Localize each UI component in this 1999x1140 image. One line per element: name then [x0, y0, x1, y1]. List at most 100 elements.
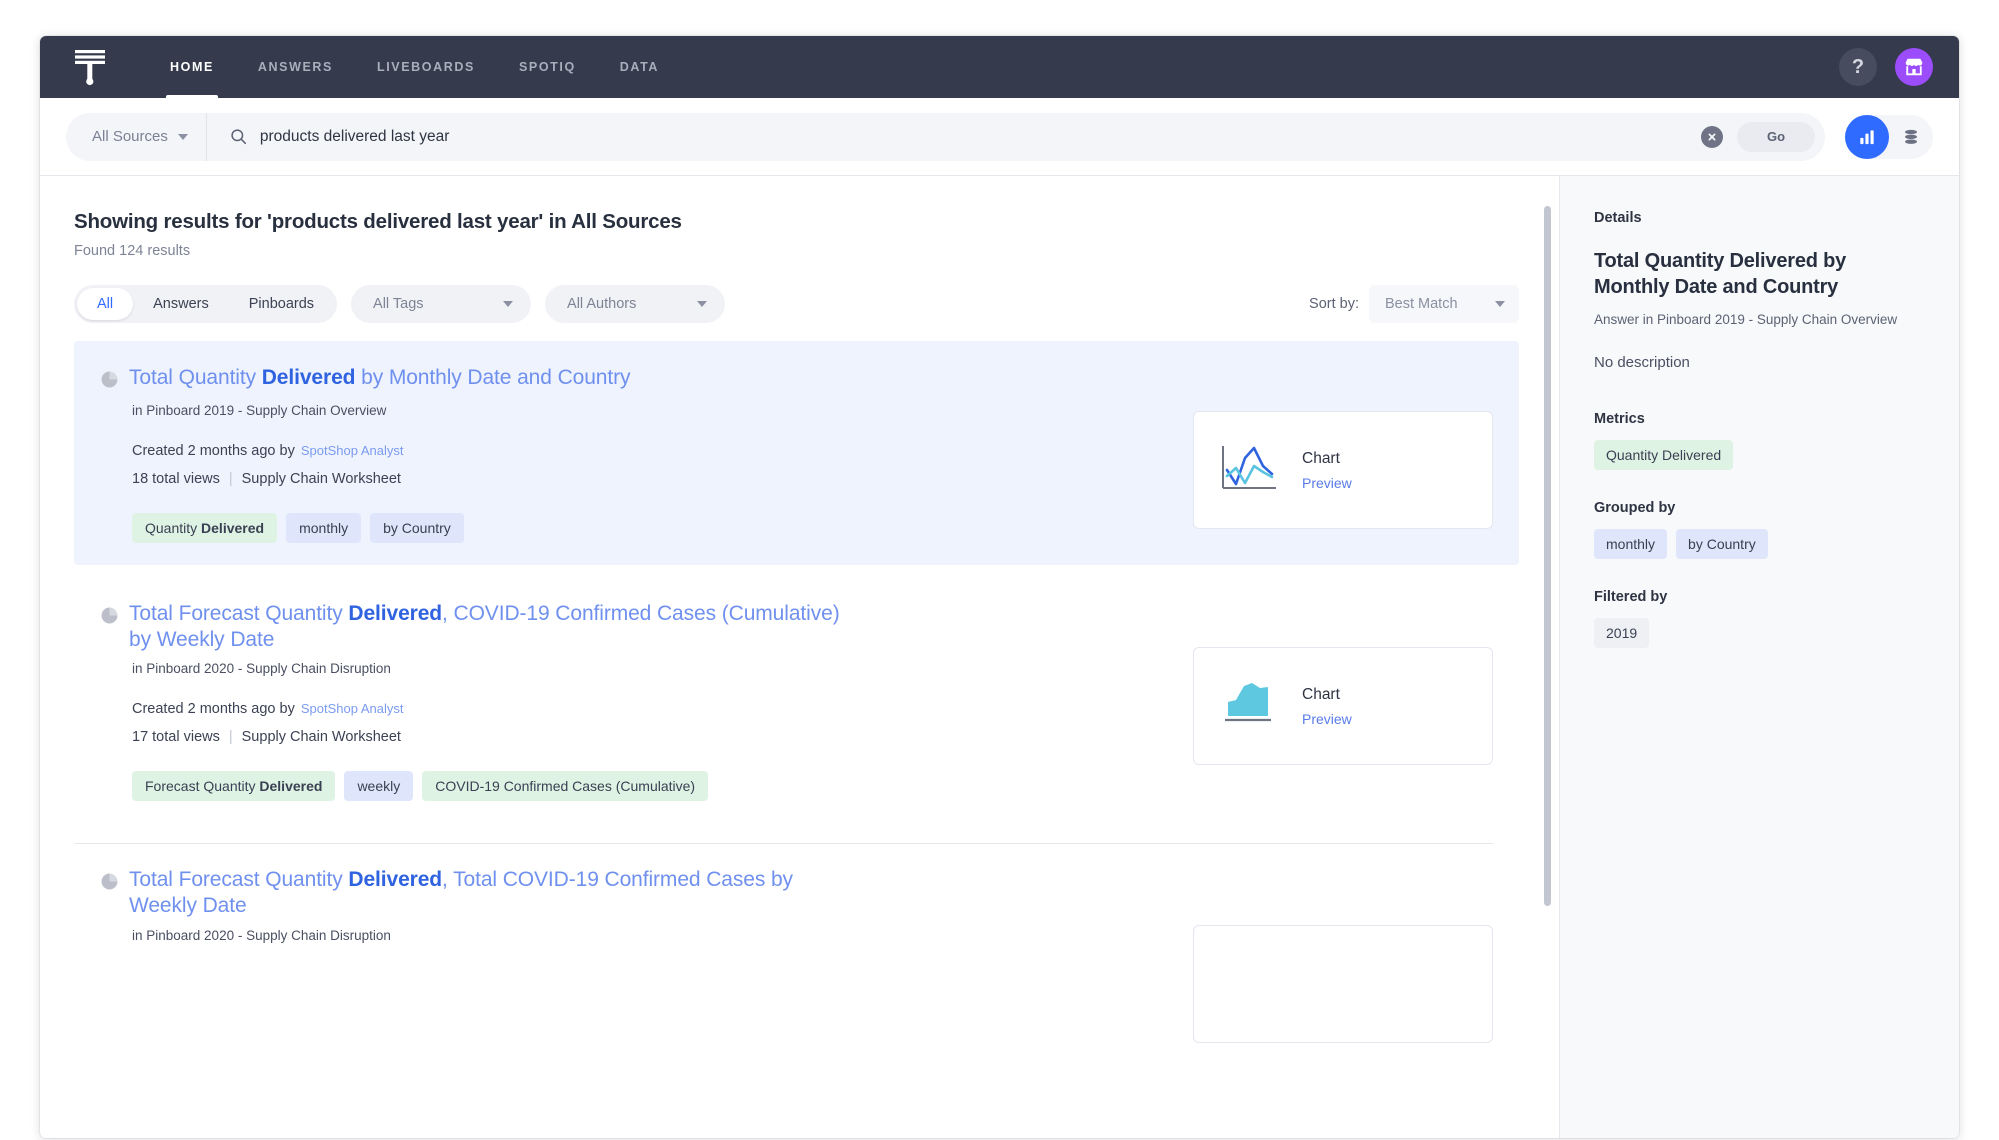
thoughtspot-logo-icon[interactable]	[68, 46, 112, 88]
line-chart-icon	[1218, 440, 1280, 501]
result-created-label: Created 2 months ago by	[132, 443, 295, 459]
table-view-button[interactable]	[1889, 115, 1933, 159]
divider: |	[228, 728, 233, 745]
area-chart-icon	[1218, 676, 1280, 737]
result-content: Total Forecast Quantity Delivered, Total…	[100, 867, 1171, 1043]
preview-text: Chart Preview	[1302, 686, 1352, 727]
chip-attribute[interactable]: monthly	[286, 513, 362, 544]
thoughtspot-app-window: HOME ANSWERS LIVEBOARDS SPOTIQ DATA ? Al…	[40, 36, 1959, 1138]
chart-preview-card[interactable]: Chart Preview	[1193, 647, 1493, 766]
chip-metric[interactable]: Quantity Delivered	[1594, 439, 1734, 470]
chip-attribute[interactable]: by Country	[370, 513, 464, 544]
details-item-title: Total Quantity Delivered by Monthly Date…	[1594, 250, 1847, 298]
chart-preview-card[interactable]: Chart Preview	[1193, 411, 1493, 529]
help-icon[interactable]: ?	[1839, 48, 1877, 86]
details-grouped-chips: monthly by Country	[1594, 528, 1925, 559]
result-author-link[interactable]: SpotShop Analyst	[301, 443, 404, 458]
search-input-container: All Sources products delivered last year…	[66, 112, 1825, 161]
nav-item-data[interactable]: DATA	[598, 36, 681, 98]
search-result-item[interactable]: Total Forecast Quantity Delivered, Total…	[74, 843, 1519, 1065]
chip-metric[interactable]: COVID-19 Confirmed Cases (Cumulative)	[422, 771, 709, 802]
chip-attribute[interactable]: by Country	[1676, 528, 1768, 559]
preview-link[interactable]: Preview	[1302, 711, 1352, 727]
details-panel-title: Details	[1594, 210, 1642, 226]
result-title-part: Total Quantity	[129, 366, 262, 389]
chevron-down-icon	[1495, 301, 1505, 307]
nav-right-actions: ?	[1839, 48, 1933, 86]
result-subtitle: in Pinboard 2019 - Supply Chain Overview	[132, 403, 387, 418]
result-title[interactable]: Total Forecast Quantity Delivered, Total…	[129, 867, 839, 918]
result-metadata: Created 2 months ago by SpotShop Analyst …	[132, 696, 1171, 751]
content-area: Showing results for 'products delivered …	[40, 176, 1959, 1138]
nav-item-spotiq[interactable]: SPOTIQ	[497, 36, 598, 98]
details-filtered-section: Filtered by 2019	[1594, 589, 1925, 648]
nav-item-data-label: DATA	[619, 60, 660, 74]
result-created-row: Created 2 months ago by SpotShop Analyst	[132, 696, 1171, 724]
divider: |	[228, 470, 233, 487]
search-result-item[interactable]: Total Forecast Quantity Delivered, COVID…	[74, 577, 1519, 823]
result-worksheet: Supply Chain Worksheet	[241, 728, 401, 745]
details-metrics-label: Metrics	[1594, 410, 1645, 427]
chip-attribute[interactable]: monthly	[1594, 528, 1668, 559]
nav-links: HOME ANSWERS LIVEBOARDS SPOTIQ DATA	[148, 36, 681, 98]
store-icon	[1905, 58, 1923, 76]
tags-dropdown[interactable]: All Tags	[351, 285, 532, 323]
chart-view-button[interactable]	[1845, 114, 1889, 159]
filter-tab-pinboards[interactable]: Pinboards	[229, 288, 334, 320]
result-author-link[interactable]: SpotShop Analyst	[301, 701, 404, 716]
result-divider	[74, 843, 1493, 845]
details-grouped-label: Grouped by	[1594, 499, 1676, 516]
chevron-down-icon	[177, 133, 188, 140]
result-views-row: 17 total views | Supply Chain Worksheet	[132, 724, 1171, 752]
preview-title: Chart	[1302, 685, 1340, 703]
pie-chart-icon	[100, 370, 119, 394]
filter-tab-all[interactable]: All	[77, 288, 134, 320]
type-filter-segmented-control: All Answers Pinboards	[74, 285, 338, 323]
chip-metric[interactable]: Forecast Quantity Delivered	[132, 771, 336, 802]
filter-tab-answers[interactable]: Answers	[133, 288, 229, 320]
results-scrollbar[interactable]	[1544, 206, 1551, 966]
search-result-item[interactable]: Total Quantity Delivered by Monthly Date…	[74, 341, 1519, 566]
nav-item-home[interactable]: HOME	[148, 36, 236, 98]
result-created-row: Created 2 months ago by SpotShop Analyst	[132, 438, 1171, 466]
result-title[interactable]: Total Forecast Quantity Delivered, COVID…	[129, 601, 849, 652]
search-input[interactable]: products delivered last year	[260, 128, 1701, 146]
page-title: Showing results for 'products delivered …	[74, 210, 682, 233]
sort-by-dropdown[interactable]: Best Match	[1369, 285, 1519, 323]
chip-metric[interactable]: Quantity Delivered	[132, 513, 278, 544]
chart-preview-card[interactable]	[1193, 925, 1493, 1044]
results-count: Found 124 results	[74, 243, 191, 259]
preview-link[interactable]: Preview	[1302, 475, 1352, 491]
authors-dropdown[interactable]: All Authors	[545, 285, 726, 323]
sort-by-value: Best Match	[1385, 296, 1458, 312]
result-title-part: by Monthly Date and Country	[355, 366, 631, 389]
source-selector-label: All Sources	[92, 128, 168, 145]
result-title-highlight: Delivered	[348, 602, 443, 626]
source-selector[interactable]: All Sources	[66, 112, 207, 161]
result-subtitle: in Pinboard 2020 - Supply Chain Disrupti…	[132, 927, 391, 943]
nav-item-liveboards[interactable]: LIVEBOARDS	[355, 36, 497, 98]
result-title[interactable]: Total Quantity Delivered by Monthly Date…	[129, 365, 631, 391]
help-icon-label: ?	[1851, 55, 1865, 78]
chevron-down-icon	[697, 301, 708, 307]
top-navigation-bar: HOME ANSWERS LIVEBOARDS SPOTIQ DATA ?	[40, 36, 1959, 98]
result-chips: Quantity Delivered monthly by Country	[132, 513, 1171, 544]
result-title-part: Total Forecast Quantity	[129, 868, 349, 892]
result-views-row: 18 total views | Supply Chain Worksheet	[132, 466, 1171, 494]
clear-icon[interactable]	[1701, 125, 1723, 148]
tags-dropdown-label: All Tags	[373, 296, 424, 312]
avatar[interactable]	[1895, 48, 1933, 86]
chip-attribute[interactable]: weekly	[344, 771, 414, 802]
result-worksheet: Supply Chain Worksheet	[241, 470, 401, 487]
data-stack-icon	[1905, 129, 1917, 144]
result-content: Total Forecast Quantity Delivered, COVID…	[100, 601, 1171, 802]
scrollbar-thumb[interactable]	[1544, 206, 1551, 906]
chip-filter[interactable]: 2019	[1594, 617, 1650, 648]
nav-item-home-label: HOME	[170, 60, 214, 74]
nav-item-answers[interactable]: ANSWERS	[236, 36, 355, 98]
details-item-subtitle: Answer in Pinboard 2019 - Supply Chain O…	[1594, 312, 1898, 327]
result-title-highlight: Delivered	[261, 366, 356, 389]
details-panel: Details Total Quantity Delivered by Mont…	[1559, 176, 1959, 1138]
search-icon	[207, 127, 260, 146]
go-button[interactable]: Go	[1737, 121, 1815, 152]
